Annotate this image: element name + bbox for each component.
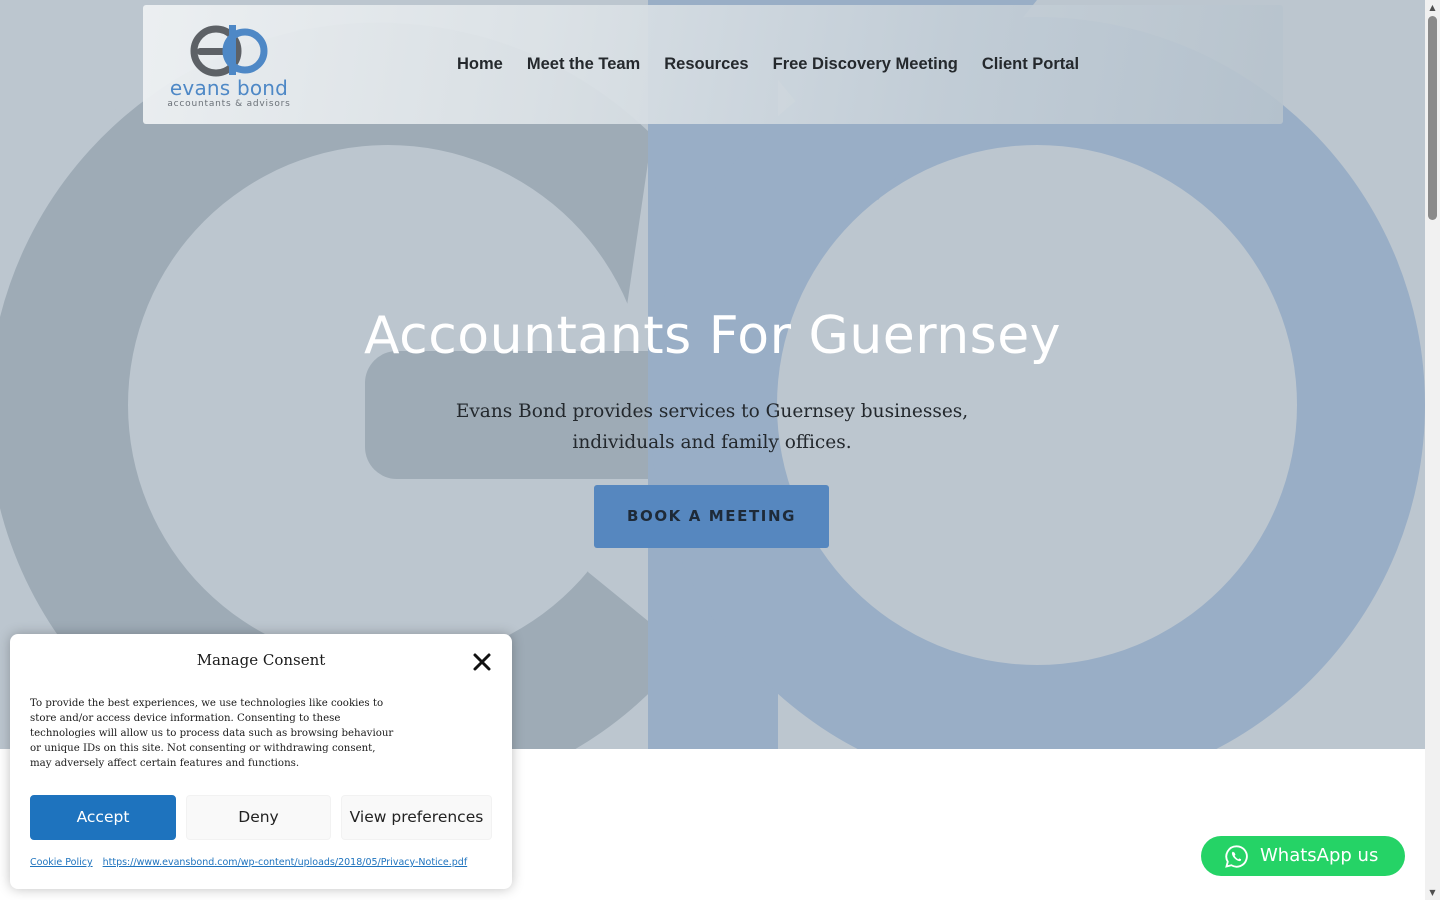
- logo-name: evans bond: [169, 76, 289, 100]
- cookie-policy-link[interactable]: Cookie Policy: [30, 857, 93, 868]
- book-meeting-button[interactable]: BOOK A MEETING: [594, 485, 829, 548]
- whatsapp-button[interactable]: WhatsApp us: [1201, 836, 1405, 876]
- hero-title: Accountants For Guernsey: [363, 306, 1062, 366]
- view-preferences-button[interactable]: View preferences: [341, 795, 492, 840]
- scrollbar-thumb[interactable]: [1428, 16, 1437, 220]
- privacy-notice-link[interactable]: https://www.evansbond.com/wp-content/upl…: [103, 857, 468, 868]
- site-logo[interactable]: evans bond accountants & advisors: [167, 23, 291, 109]
- deny-button[interactable]: Deny: [186, 795, 331, 840]
- close-icon[interactable]: [470, 650, 494, 674]
- nav-item-meet-the-team[interactable]: Meet the Team: [527, 55, 640, 74]
- consent-text: To provide the best experiences, we use …: [30, 698, 394, 769]
- hero-subtitle: Evans Bond provides services to Guernsey…: [455, 401, 969, 453]
- scroll-up-arrow-icon[interactable]: ▲: [1425, 0, 1440, 15]
- consent-title: Manage Consent: [196, 651, 326, 669]
- nav-item-resources[interactable]: Resources: [664, 55, 748, 74]
- consent-links: Cookie Policy https://www.evansbond.com/…: [30, 857, 467, 868]
- logo-tagline: accountants & advisors: [167, 99, 291, 109]
- site-header: evans bond accountants & advisors Home M…: [143, 5, 1283, 124]
- nav-item-home[interactable]: Home: [457, 55, 503, 74]
- logo-mark-icon: [190, 25, 268, 77]
- nav-item-free-discovery-meeting[interactable]: Free Discovery Meeting: [773, 55, 958, 74]
- cookie-consent-dialog: Manage Consent To provide the best exper…: [10, 634, 512, 889]
- scroll-down-arrow-icon[interactable]: ▼: [1425, 885, 1440, 900]
- main-nav: Home Meet the Team Resources Free Discov…: [457, 55, 1079, 74]
- nav-item-client-portal[interactable]: Client Portal: [982, 55, 1079, 74]
- whatsapp-icon: [1225, 845, 1248, 868]
- whatsapp-label: WhatsApp us: [1260, 845, 1379, 866]
- accept-button[interactable]: Accept: [30, 795, 176, 840]
- page-scrollbar[interactable]: ▲ ▼: [1425, 0, 1440, 900]
